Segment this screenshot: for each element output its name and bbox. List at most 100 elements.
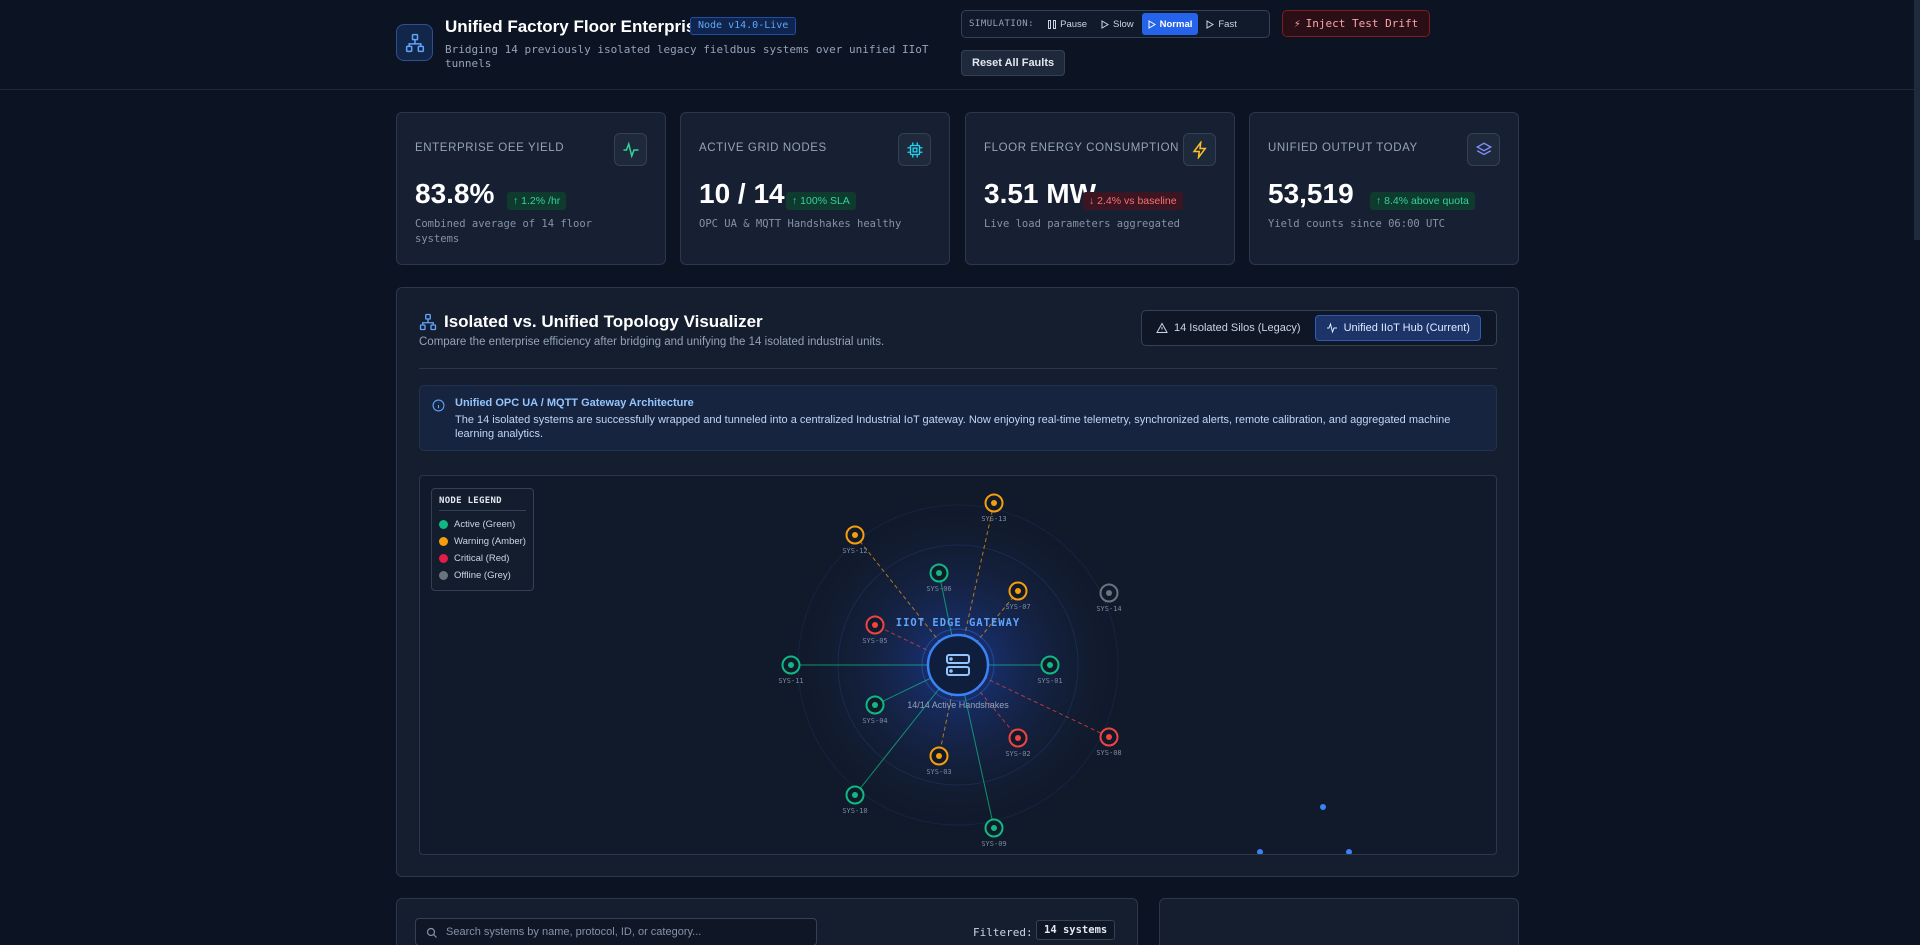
arrow-up-icon: ↑ [1376,195,1385,207]
kpi-label: UNIFIED OUTPUT TODAY [1268,142,1418,154]
hub-status: 14/14 Active Handshakes [907,700,1009,710]
info-icon [432,399,445,412]
node-legend: NODE LEGEND Active (Green) Warning (Ambe… [431,488,534,591]
legend-item-warning: Warning (Amber) [439,533,526,550]
kpi-description: Combined average of 14 floor systems [415,218,593,245]
pause-label: Pause [1060,18,1088,30]
slow-button[interactable]: Slow [1095,13,1140,35]
info-title: Unified OPC UA / MQTT Gateway Architectu… [455,397,694,409]
isolated-silos-tab[interactable]: 14 Isolated Silos (Legacy) [1146,315,1311,341]
network-logo-icon [396,24,433,61]
app-subtitle: Bridging 14 previously isolated legacy f… [445,43,929,70]
node-core [991,825,997,831]
inject-drift-button[interactable]: ⚡ Inject Test Drift [1282,10,1431,37]
divider [419,368,1497,369]
play-icon [1101,19,1110,29]
node-core [1106,734,1112,740]
search-box[interactable] [415,918,817,945]
kpi-label: FLOOR ENERGY CONSUMPTION [984,142,1180,154]
node-core [788,662,794,668]
node-label: SYS-05 [862,637,887,645]
kpi-description: Yield counts since 06:00 UTC [1268,218,1446,230]
architecture-info-box: Unified OPC UA / MQTT Gateway Architectu… [419,385,1497,451]
info-text: The 14 isolated systems are successfully… [455,414,1451,440]
fast-label: Fast [1218,18,1237,30]
kpi-card-output: UNIFIED OUTPUT TODAY 53,519 ↑ 8.4% above… [1249,112,1519,265]
node-core [852,792,858,798]
node-core [936,753,942,759]
node-core [1106,590,1112,596]
legend-item-offline: Offline (Grey) [439,567,526,584]
cpu-icon [898,133,931,166]
legend-item-critical: Critical (Red) [439,550,526,567]
topology-canvas[interactable]: SYS-01 SYS-02 SYS-03 SYS-04 SYS-05 SYS-06 SYS-… [419,475,1497,855]
search-icon [426,927,437,938]
layers-icon [1467,133,1500,166]
systems-list-panel: Filtered: 14 systems [396,898,1138,945]
topology-subtitle: Compare the enterprise efficiency after … [419,336,885,348]
kpi-delta: ↑ 100% SLA [786,192,856,210]
topology-title: Isolated vs. Unified Topology Visualizer [444,312,763,331]
node-label: SYS-02 [1005,750,1030,758]
node-core [872,702,878,708]
node-label: SYS-03 [926,768,951,776]
arrow-up-icon: ↑ [792,195,801,207]
lightning-icon [1183,133,1216,166]
play-icon [1206,19,1215,29]
page-scrollbar[interactable] [1914,0,1920,240]
node-label: SYS-14 [1096,605,1121,613]
fast-button[interactable]: Fast [1200,13,1242,35]
reset-faults-button[interactable]: Reset All Faults [961,50,1066,76]
inject-drift-label: Inject Test Drift [1305,17,1419,30]
warning-icon [1156,322,1168,333]
pause-button[interactable]: Pause [1042,13,1093,35]
node-core [872,622,878,628]
kpi-card-energy: FLOOR ENERGY CONSUMPTION 3.51 MW ↓ 2.4% … [965,112,1235,265]
kpi-description: Live load parameters aggregated [984,218,1180,230]
node-label: SYS-13 [981,515,1006,523]
kpi-card-grid-nodes: ACTIVE GRID NODES 10 / 14 ↑ 100% SLA OPC… [680,112,950,265]
search-input[interactable] [446,919,811,945]
kpi-value: 83.8% [415,178,495,209]
filtered-label: Filtered: [973,926,1033,939]
node-core [936,570,942,576]
filtered-count: 14 systems [1036,920,1116,940]
play-icon [1148,19,1156,29]
kpi-value: 53,519 [1268,178,1354,209]
kpi-card-oee: ENTERPRISE OEE YIELD 83.8% ↑ 1.2% /hr Co… [396,112,666,265]
kpi-delta: ↓ 2.4% vs baseline [1083,192,1183,210]
packet-dot [1257,849,1263,854]
node-core [852,532,858,538]
unified-hub-label: Unified IIoT Hub (Current) [1343,322,1470,334]
kpi-label: ACTIVE GRID NODES [699,142,827,154]
lightning-icon: ⚡ [1294,17,1301,30]
kpi-description: OPC UA & MQTT Handshakes healthy [699,218,902,230]
normal-button[interactable]: Normal [1141,13,1199,35]
simulation-label: SIMULATION: [969,19,1035,29]
hub-label: IIOT EDGE GATEWAY [896,617,1020,629]
topology-graph: SYS-01 SYS-02 SYS-03 SYS-04 SYS-05 SYS-06 SYS-… [778,490,1352,854]
node-core [1015,588,1021,594]
kpi-delta: ↑ 8.4% above quota [1370,192,1475,210]
pause-icon [1048,19,1057,29]
detail-panel [1159,898,1519,945]
node-label: SYS-11 [778,677,803,685]
node-label: SYS-09 [981,840,1006,848]
node-label: SYS-10 [842,807,867,815]
node-core [991,500,997,506]
packet-dot [1346,849,1352,854]
network-icon [419,313,437,331]
packet-dot [1320,804,1326,810]
node-label: SYS-06 [926,585,951,593]
legend-title: NODE LEGEND [439,496,526,511]
topology-mode-toggle: 14 Isolated Silos (Legacy) Unified IIoT … [1141,310,1497,346]
unified-hub-tab[interactable]: Unified IIoT Hub (Current) [1314,315,1481,341]
app-header: Unified Factory Floor Enterprise Node v1… [0,0,1920,90]
simulation-speed-control: SIMULATION: Pause Slow Normal Fast [961,10,1270,38]
arrow-down-icon: ↓ [1089,195,1098,207]
arrow-up-icon: ↑ [513,195,522,207]
isolated-silos-label: 14 Isolated Silos (Legacy) [1174,322,1301,334]
kpi-label: ENTERPRISE OEE YIELD [415,142,565,154]
activity-icon [614,133,647,166]
version-badge: Node v14.0-Live [690,17,797,35]
